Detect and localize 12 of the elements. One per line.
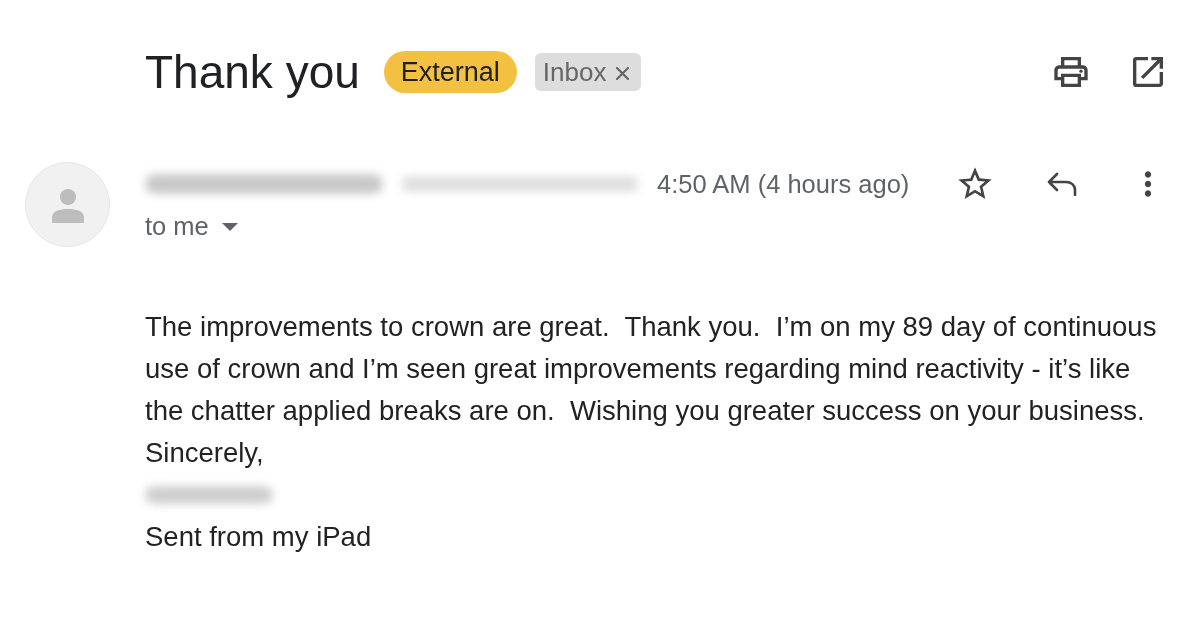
reply-icon[interactable] bbox=[1047, 172, 1077, 196]
dropdown-caret-icon[interactable] bbox=[221, 223, 238, 231]
close-icon[interactable] bbox=[616, 66, 630, 80]
message-text: Sent from my iPad bbox=[145, 520, 373, 554]
message-text: The improvements to crown are great. Thank you. I’m on my 89 day of continuous use of crown and I’m seen great improvements regarding mind reactivity - it’s like the chatter applied breaks are on. Wishing you greater success on your business. bbox=[145, 310, 1158, 428]
external-label: External bbox=[383, 51, 517, 93]
label-text: Inbox bbox=[542, 59, 607, 85]
message-time: 4:50 AM (4 hours ago) bbox=[657, 168, 910, 200]
email-subject: Thank you bbox=[145, 46, 360, 98]
recipient-text: to me bbox=[145, 210, 209, 242]
message-text: Sincerely, bbox=[145, 436, 265, 470]
person-silhouette-icon bbox=[50, 188, 85, 223]
